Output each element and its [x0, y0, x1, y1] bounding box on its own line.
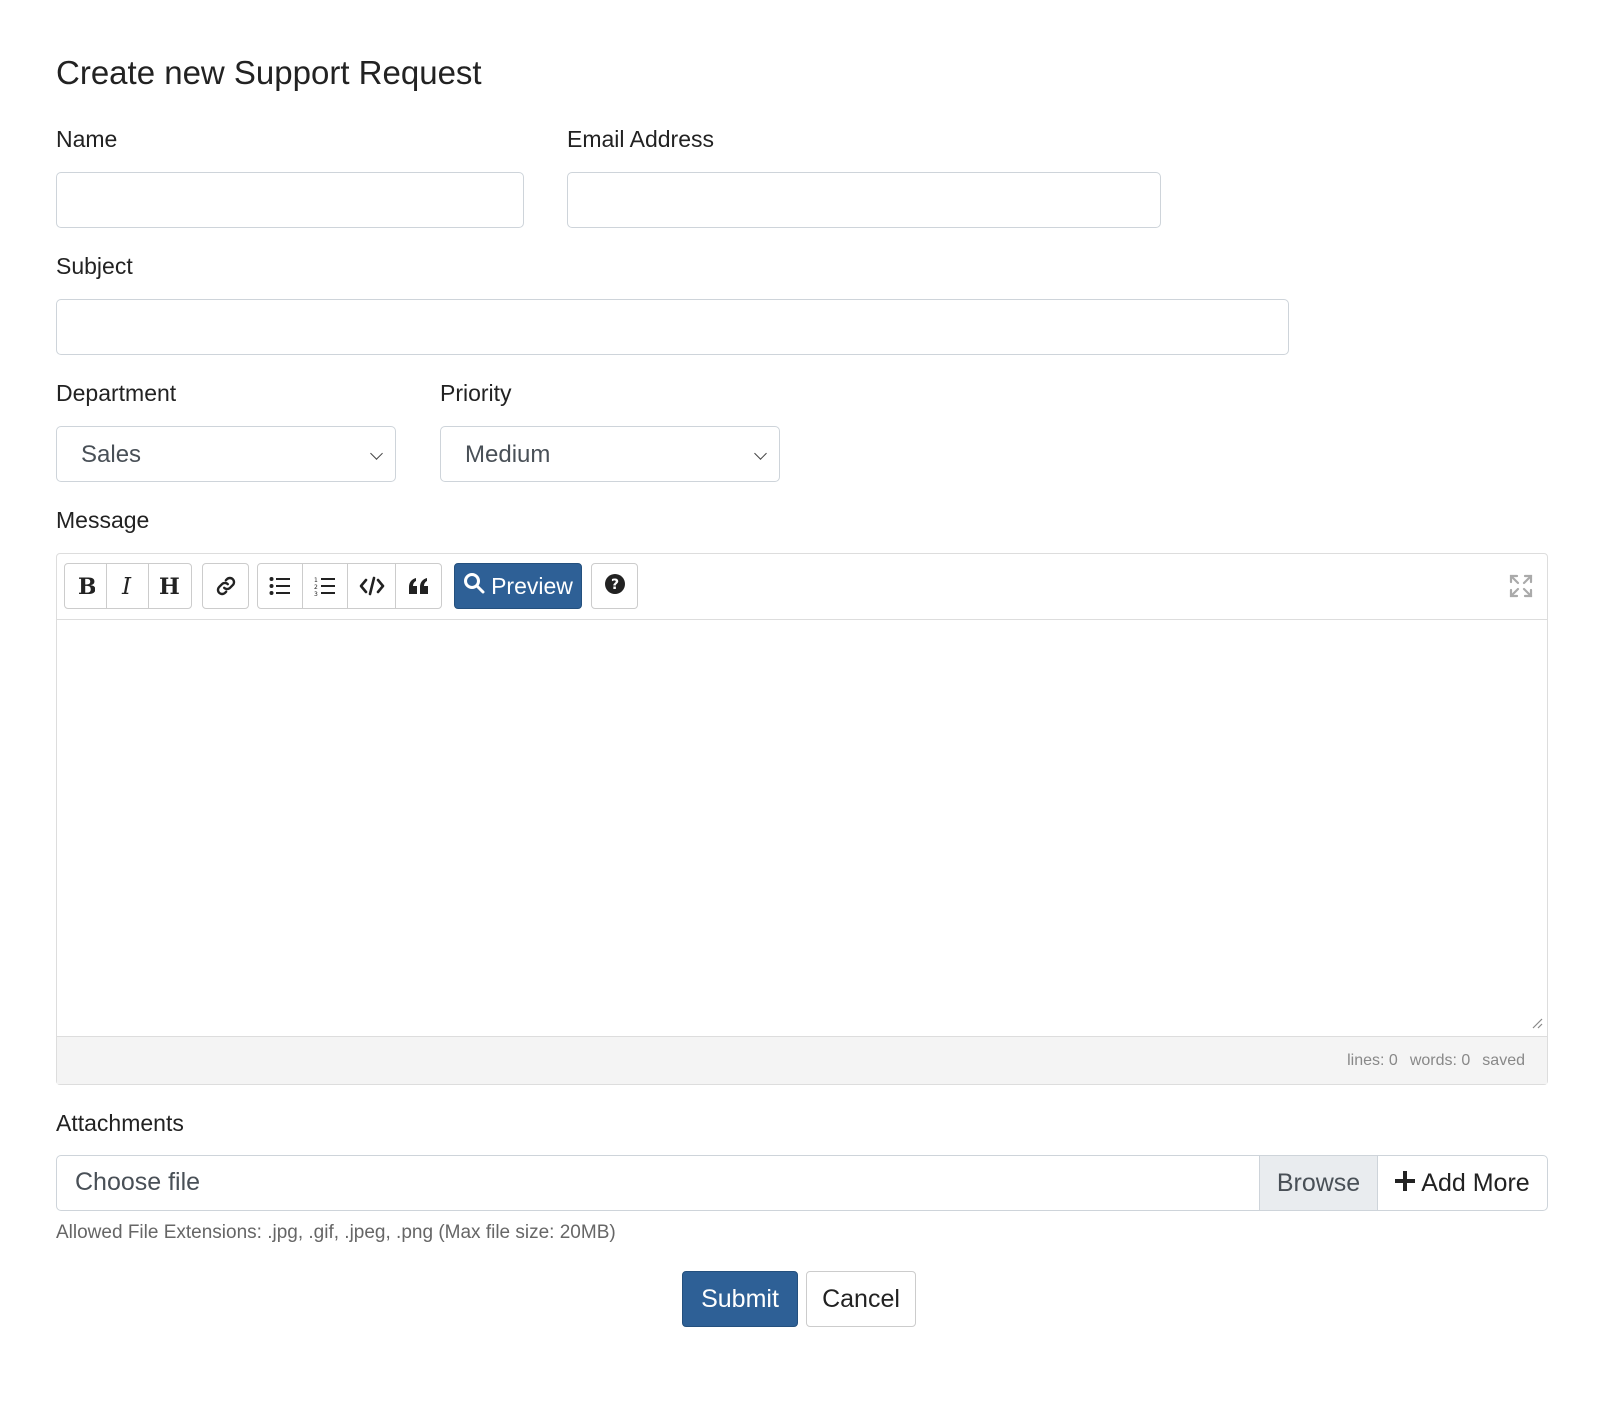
svg-text:B: B — [78, 575, 95, 597]
heading-button[interactable]: H — [149, 564, 191, 608]
priority-label: Priority — [440, 380, 512, 406]
submit-button[interactable]: Submit — [682, 1271, 798, 1327]
plus-icon — [1395, 1169, 1416, 1198]
page-title: Create new Support Request — [56, 54, 482, 91]
save-status: saved — [1482, 1051, 1525, 1069]
unordered-list-icon — [269, 576, 291, 596]
file-extensions-hint: Allowed File Extensions: .jpg, .gif, .jp… — [56, 1222, 616, 1243]
email-label: Email Address — [567, 126, 715, 152]
chevron-down-icon — [754, 447, 767, 460]
department-selected-value: Sales — [81, 441, 142, 468]
priority-select[interactable]: Medium — [440, 426, 780, 482]
block-button-group: 1 2 3 — [257, 563, 442, 609]
line-count: lines: 0 — [1347, 1051, 1398, 1069]
chevron-down-icon — [370, 447, 383, 460]
heading-icon: H — [159, 575, 181, 597]
bold-button[interactable]: B — [65, 564, 107, 608]
svg-text:1: 1 — [314, 577, 318, 584]
svg-text:3: 3 — [314, 591, 318, 596]
unordered-list-button[interactable] — [258, 564, 303, 608]
svg-text:2: 2 — [314, 584, 318, 591]
italic-button[interactable]: I — [107, 564, 149, 608]
department-label: Department — [56, 380, 177, 406]
editor-statusbar: lines: 0 words: 0 saved — [57, 1036, 1547, 1084]
svg-text:I: I — [121, 575, 132, 597]
message-label: Message — [56, 507, 150, 533]
preview-button[interactable]: Preview — [454, 563, 582, 609]
format-button-group: B I H — [64, 563, 192, 609]
name-input[interactable] — [56, 172, 524, 228]
editor-toolbar: B I H 1 2 3 Preview ? — [57, 554, 1547, 620]
search-icon — [463, 572, 485, 600]
preview-label: Preview — [491, 572, 573, 599]
file-input[interactable]: Choose file — [57, 1156, 1259, 1210]
ordered-list-button[interactable]: 1 2 3 — [303, 564, 348, 608]
ordered-list-icon: 1 2 3 — [314, 576, 336, 596]
name-label: Name — [56, 126, 118, 152]
file-input-group: Choose file Browse Add More — [56, 1155, 1548, 1211]
department-select[interactable]: Sales — [56, 426, 396, 482]
fullscreen-button[interactable] — [1509, 574, 1533, 603]
help-button[interactable]: ? — [591, 563, 638, 609]
subject-input[interactable] — [56, 299, 1289, 355]
word-count: words: 0 — [1409, 1051, 1471, 1069]
markdown-editor: B I H 1 2 3 Preview ? lines: 0 words: 0 … — [56, 553, 1548, 1085]
svg-text:?: ? — [610, 577, 618, 593]
attachments-label: Attachments — [56, 1110, 184, 1136]
message-textarea[interactable] — [57, 620, 1547, 1038]
expand-icon — [1509, 574, 1533, 602]
link-button[interactable] — [203, 564, 248, 608]
add-more-label: Add More — [1421, 1168, 1530, 1197]
email-input[interactable] — [567, 172, 1161, 228]
support-request-page: Create new Support Request Name Email Ad… — [0, 0, 1600, 1406]
link-icon — [215, 575, 237, 597]
add-more-button[interactable]: Add More — [1377, 1156, 1547, 1210]
subject-label: Subject — [56, 253, 133, 279]
bold-icon: B — [77, 575, 95, 597]
svg-text:H: H — [159, 575, 180, 597]
italic-icon: I — [120, 575, 136, 597]
resize-handle-icon[interactable] — [1531, 1016, 1543, 1034]
quote-icon — [408, 576, 430, 596]
browse-button[interactable]: Browse — [1259, 1156, 1377, 1210]
priority-selected-value: Medium — [465, 441, 551, 468]
cancel-button[interactable]: Cancel — [806, 1271, 916, 1327]
link-button-group — [202, 563, 249, 609]
code-button[interactable] — [348, 564, 396, 608]
quote-button[interactable] — [396, 564, 441, 608]
code-icon — [359, 576, 385, 596]
question-circle-icon: ? — [604, 573, 626, 600]
